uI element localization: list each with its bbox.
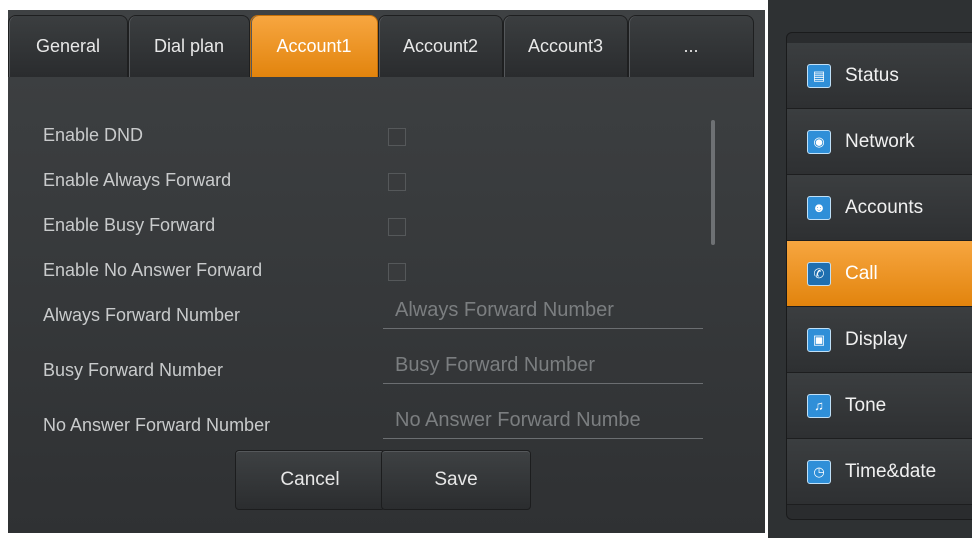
accounts-icon: ☻ — [807, 195, 831, 220]
sidebar-item-label: Call — [845, 262, 878, 284]
sidebar-item-label: Display — [845, 328, 908, 350]
settings-panel: General Dial plan Account1 Account2 Acco… — [8, 10, 765, 533]
busy-forward-number-label: Busy Forward Number — [43, 360, 224, 380]
sidebar-item-label: Accounts — [845, 196, 924, 218]
tab-account3[interactable]: Account3 — [503, 15, 628, 77]
enable-no-answer-forward-label: Enable No Answer Forward — [43, 260, 263, 280]
tab-general[interactable]: General — [8, 15, 128, 77]
sidebar-item-call[interactable]: ✆ Call — [787, 241, 972, 307]
sidebar-item-network[interactable]: ◉ Network — [787, 109, 972, 175]
cancel-button[interactable]: Cancel — [235, 450, 385, 510]
busy-forward-number-input[interactable] — [383, 348, 703, 384]
enable-dnd-checkbox[interactable] — [388, 128, 406, 146]
sidebar-item-tone[interactable]: ♫ Tone — [787, 373, 972, 439]
tab-more[interactable]: ... — [628, 15, 754, 77]
call-icon: ✆ — [807, 261, 831, 286]
sidebar-item-label: Status — [845, 64, 899, 86]
no-answer-forward-number-label: No Answer Forward Number — [43, 415, 271, 435]
enable-busy-forward-checkbox[interactable] — [388, 218, 406, 236]
sidebar-item-label: Network — [845, 130, 915, 152]
enable-no-answer-forward-checkbox[interactable] — [388, 263, 406, 281]
always-forward-number-label: Always Forward Number — [43, 305, 241, 325]
tone-icon: ♫ — [807, 393, 831, 418]
display-icon: ▣ — [807, 327, 831, 352]
sidebar-item-time-date[interactable]: ◷ Time&date — [787, 439, 972, 505]
scrollbar-thumb[interactable] — [711, 120, 715, 245]
enable-always-forward-checkbox[interactable] — [388, 173, 406, 191]
enable-busy-forward-label: Enable Busy Forward — [43, 215, 216, 235]
sidebar-panel: ▤ Status ◉ Network ☻ Accounts ✆ Call ▣ D… — [768, 0, 972, 538]
tab-account2[interactable]: Account2 — [378, 15, 503, 77]
clock-icon: ◷ — [807, 459, 831, 484]
tab-dial-plan[interactable]: Dial plan — [128, 15, 250, 77]
sidebar-item-status[interactable]: ▤ Status — [787, 43, 972, 109]
enable-always-forward-label: Enable Always Forward — [43, 170, 232, 190]
sidebar-item-display[interactable]: ▣ Display — [787, 307, 972, 373]
sidebar-menu: ▤ Status ◉ Network ☻ Accounts ✆ Call ▣ D… — [786, 32, 972, 520]
sidebar-item-accounts[interactable]: ☻ Accounts — [787, 175, 972, 241]
network-icon: ◉ — [807, 129, 831, 154]
enable-dnd-label: Enable DND — [43, 125, 144, 145]
sidebar-item-label: Time&date — [845, 460, 937, 482]
save-button[interactable]: Save — [381, 450, 531, 510]
always-forward-number-input[interactable] — [383, 293, 703, 329]
tab-account1[interactable]: Account1 — [250, 15, 378, 77]
tab-bar: General Dial plan Account1 Account2 Acco… — [8, 15, 758, 90]
no-answer-forward-number-input[interactable] — [383, 403, 703, 439]
status-icon: ▤ — [807, 63, 831, 88]
sidebar-item-label: Tone — [845, 394, 887, 416]
